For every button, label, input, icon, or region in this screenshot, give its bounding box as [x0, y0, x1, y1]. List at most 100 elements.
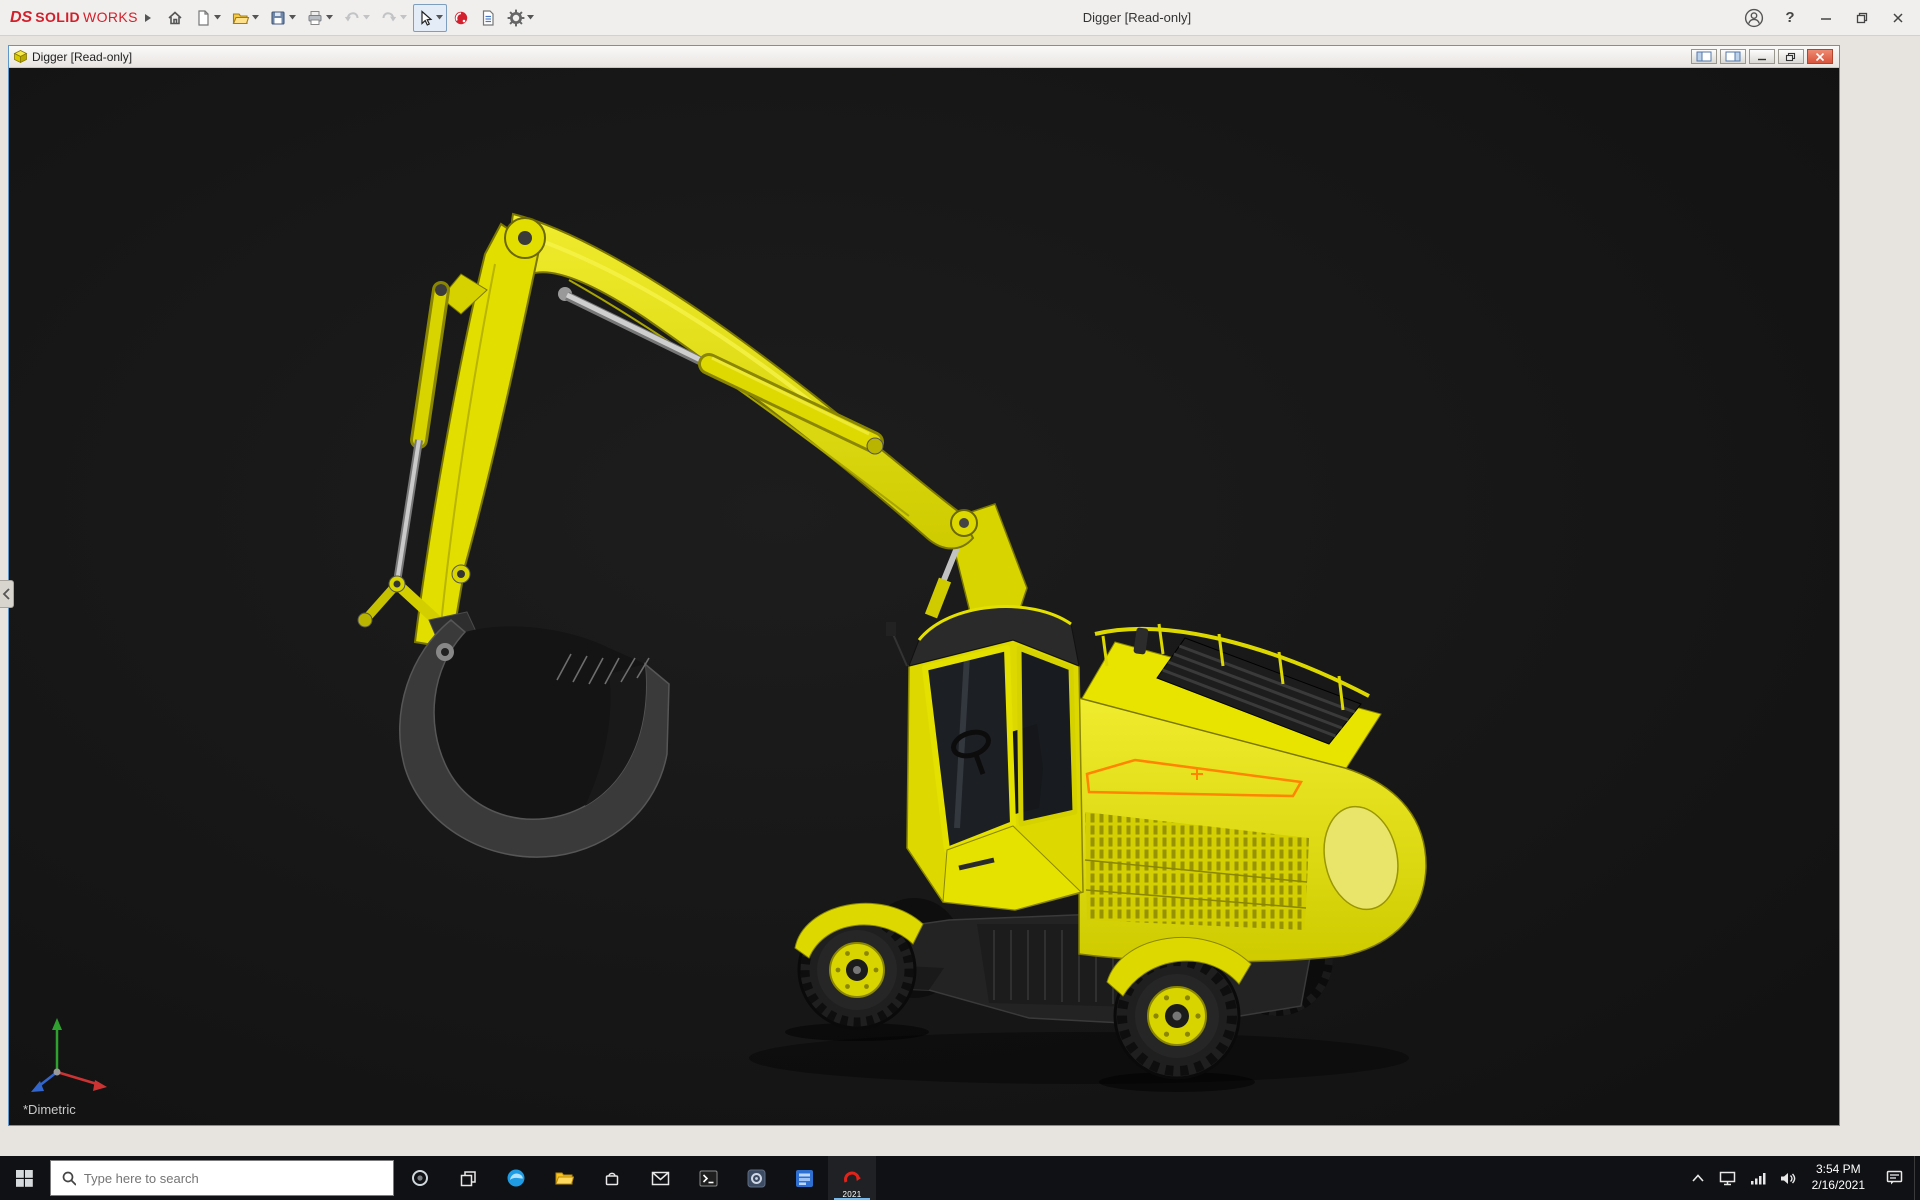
command-prompt-icon [699, 1170, 718, 1187]
edge-icon [506, 1168, 526, 1188]
toolbar-expand-icon[interactable] [144, 13, 152, 23]
undo-button[interactable] [339, 4, 374, 32]
view-orientation-label: *Dimetric [23, 1102, 76, 1117]
file-explorer-icon [554, 1169, 574, 1187]
file-properties-icon [479, 9, 497, 27]
split-pane-right-button[interactable] [1720, 49, 1746, 64]
dropdown-arrow-icon[interactable] [289, 15, 296, 20]
action-center-icon [1886, 1170, 1903, 1186]
3dexperience-icon [453, 10, 469, 26]
dropdown-arrow-icon[interactable] [252, 15, 259, 20]
taskbar-blue-app-button[interactable] [780, 1156, 828, 1200]
logo-works: WORKS [83, 9, 138, 25]
save-icon [269, 9, 287, 27]
feature-panel-collapse-tab[interactable] [0, 580, 14, 608]
edrawings-icon [747, 1169, 766, 1188]
action-center-button[interactable] [1874, 1156, 1914, 1200]
tray-volume-button[interactable] [1773, 1156, 1803, 1200]
options-button[interactable] [503, 4, 538, 32]
collapse-arrow-icon [2, 587, 12, 601]
dropdown-arrow-icon[interactable] [326, 15, 333, 20]
taskbar-clock[interactable]: 3:54 PM 2/16/2021 [1803, 1162, 1874, 1193]
save-button[interactable] [265, 4, 300, 32]
help-button[interactable]: ? [1772, 1, 1808, 35]
clock-date: 2/16/2021 [1812, 1178, 1865, 1194]
minimize-icon [1756, 52, 1768, 62]
tray-expand-button[interactable] [1683, 1156, 1713, 1200]
cortana-button[interactable] [396, 1156, 444, 1200]
user-icon [1744, 8, 1764, 28]
dropdown-arrow-icon[interactable] [527, 15, 534, 20]
cortana-icon [411, 1169, 429, 1187]
taskbar-solidworks-button[interactable]: 2021 [828, 1156, 876, 1200]
home-button[interactable] [162, 4, 188, 32]
split-pane-right-icon [1725, 51, 1741, 62]
redo-icon [380, 9, 398, 27]
doc-restore-button[interactable] [1778, 49, 1804, 64]
open-button[interactable] [227, 4, 263, 32]
logo-solid: SOLID [35, 9, 80, 25]
taskbar-mail-button[interactable] [636, 1156, 684, 1200]
document-title: Digger [Read-only] [32, 50, 132, 64]
solidworks-logo: DSSOLIDWORKS [4, 9, 144, 27]
store-icon [603, 1169, 621, 1187]
3d-scene[interactable] [9, 68, 1839, 1125]
undo-icon [343, 9, 361, 27]
quick-access-toolbar [162, 4, 538, 32]
system-tray: 3:54 PM 2/16/2021 [1683, 1156, 1920, 1200]
new-document-icon [194, 9, 212, 27]
taskbar-edge-button[interactable] [492, 1156, 540, 1200]
search-input[interactable] [84, 1171, 383, 1186]
app-window-controls: ? [1736, 1, 1916, 35]
app-restore-button[interactable] [1844, 1, 1880, 35]
logo-ds-mark: DS [10, 9, 32, 27]
app-title: Digger [Read-only] [538, 10, 1736, 25]
account-button[interactable] [1736, 1, 1772, 35]
split-pane-left-icon [1696, 51, 1712, 62]
dropdown-arrow-icon[interactable] [436, 15, 443, 20]
new-document-button[interactable] [190, 4, 225, 32]
gear-icon [507, 9, 525, 27]
clock-time: 3:54 PM [1812, 1162, 1865, 1178]
taskbar-edrawings-button[interactable] [732, 1156, 780, 1200]
graphics-viewport[interactable]: *Dimetric [9, 68, 1839, 1125]
dropdown-arrow-icon[interactable] [214, 15, 221, 20]
part-document-icon [13, 49, 28, 64]
tray-monitor-button[interactable] [1713, 1156, 1743, 1200]
taskbar-file-explorer-button[interactable] [540, 1156, 588, 1200]
app-minimize-button[interactable] [1808, 1, 1844, 35]
blue-app-icon [795, 1169, 814, 1188]
show-desktop-button[interactable] [1914, 1156, 1920, 1200]
open-folder-icon [231, 9, 250, 27]
task-view-button[interactable] [444, 1156, 492, 1200]
split-pane-left-button[interactable] [1691, 49, 1717, 64]
document-window-controls [1691, 49, 1835, 64]
document-titlebar[interactable]: Digger [Read-only] [9, 46, 1839, 68]
chevron-up-icon [1691, 1172, 1705, 1184]
dropdown-arrow-icon[interactable] [400, 15, 407, 20]
doc-minimize-button[interactable] [1749, 49, 1775, 64]
dropdown-arrow-icon[interactable] [363, 15, 370, 20]
taskbar-command-prompt-button[interactable] [684, 1156, 732, 1200]
help-glyph: ? [1785, 9, 1794, 26]
select-tool-button[interactable] [413, 4, 447, 32]
close-icon [1891, 11, 1905, 25]
doc-close-button[interactable] [1807, 49, 1833, 64]
search-icon [61, 1170, 76, 1186]
app-close-button[interactable] [1880, 1, 1916, 35]
redo-button[interactable] [376, 4, 411, 32]
file-properties-button[interactable] [475, 4, 501, 32]
taskbar-store-button[interactable] [588, 1156, 636, 1200]
select-cursor-icon [417, 9, 434, 27]
tray-network-button[interactable] [1743, 1156, 1773, 1200]
3dexperience-button[interactable] [449, 4, 473, 32]
solidworks-version-badge: 2021 [843, 1190, 862, 1199]
start-button[interactable] [0, 1156, 48, 1200]
mail-icon [651, 1171, 670, 1186]
taskbar-search[interactable] [50, 1160, 394, 1196]
print-icon [306, 9, 324, 27]
restore-icon [1855, 11, 1869, 25]
solidworks-icon [842, 1168, 862, 1188]
monitor-icon [1719, 1171, 1736, 1186]
print-button[interactable] [302, 4, 337, 32]
